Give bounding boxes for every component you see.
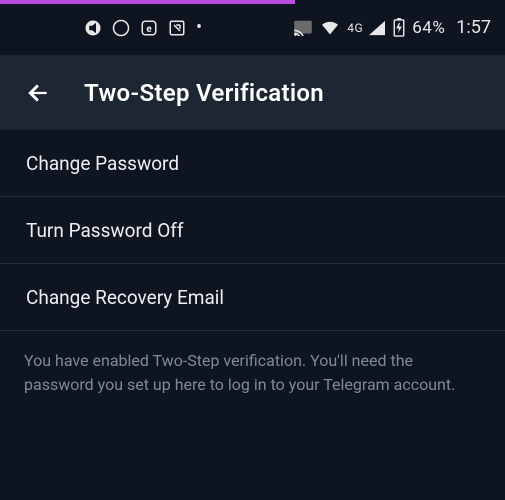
network-label: 4G <box>347 21 363 35</box>
wifi-icon <box>320 20 340 36</box>
screenshot-icon <box>168 19 186 37</box>
signal-icon <box>368 20 386 36</box>
svg-text:e: e <box>146 23 152 34</box>
turn-password-off-item[interactable]: Turn Password Off <box>0 197 505 264</box>
change-recovery-email-item[interactable]: Change Recovery Email <box>0 264 505 331</box>
settings-list: Change Password Turn Password Off Change… <box>0 130 505 331</box>
mute-icon <box>84 19 102 37</box>
dot-icon: • <box>196 19 202 37</box>
list-item-label: Change Recovery Email <box>26 286 224 309</box>
battery-icon <box>393 18 405 37</box>
page-title: Two-Step Verification <box>84 79 324 107</box>
status-bar: e • 4G 64% 1:57 <box>0 0 505 55</box>
list-item-label: Change Password <box>26 152 179 175</box>
change-password-item[interactable]: Change Password <box>0 130 505 197</box>
e-icon: e <box>140 19 158 37</box>
list-item-label: Turn Password Off <box>26 219 184 242</box>
moon-icon <box>112 19 130 37</box>
cast-icon <box>293 20 313 36</box>
arrow-left-icon <box>25 80 51 106</box>
app-bar: Two-Step Verification <box>0 55 505 130</box>
hint-text: You have enabled Two-Step verification. … <box>0 331 505 415</box>
back-button[interactable] <box>20 75 56 111</box>
clock: 1:57 <box>456 17 491 38</box>
battery-percent: 64% <box>412 18 445 38</box>
